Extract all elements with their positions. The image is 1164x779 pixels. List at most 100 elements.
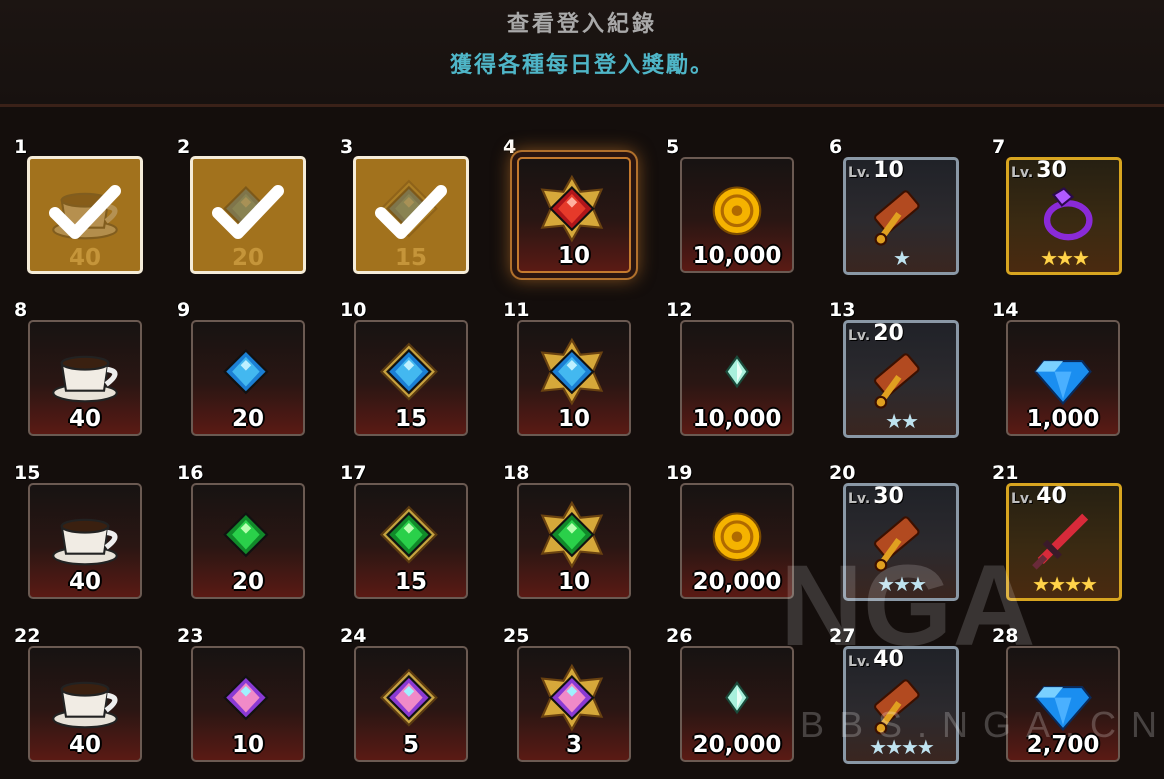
reward-cell-day-24[interactable]: 24 5	[340, 625, 490, 779]
reward-cell-day-16[interactable]: 16 20	[177, 462, 327, 616]
day-number: 13	[829, 299, 856, 321]
reward-box[interactable]: Lv. 40 ★★★★	[1006, 483, 1122, 601]
reward-cell-day-6[interactable]: 6 Lv. 10 ★	[829, 136, 979, 290]
reward-cell-day-26[interactable]: 26 20,000	[666, 625, 816, 779]
reward-cell-day-21[interactable]: 21 Lv. 40 ★★★★	[992, 462, 1142, 616]
reward-cell-day-7[interactable]: 7 Lv. 30 ★★★	[992, 136, 1142, 290]
day-number: 23	[177, 625, 204, 647]
reward-quantity: 5	[402, 732, 419, 758]
reward-cell-day-9[interactable]: 9 20	[177, 299, 327, 453]
reward-cell-day-10[interactable]: 10 15	[340, 299, 490, 453]
day-number: 16	[177, 462, 204, 484]
reward-cell-day-13[interactable]: 13 Lv. 20 ★★	[829, 299, 979, 453]
reward-box[interactable]: 20,000	[680, 646, 794, 762]
reward-cell-day-25[interactable]: 25 3	[503, 625, 653, 779]
day-number: 7	[992, 136, 1006, 158]
day-number: 19	[666, 462, 693, 484]
reward-box[interactable]: 10	[517, 157, 631, 273]
reward-cell-day-12[interactable]: 12 10,000	[666, 299, 816, 453]
reward-quantity: 20,000	[692, 569, 782, 595]
reward-cell-day-28[interactable]: 28 2,700	[992, 625, 1142, 779]
reward-cell-day-15[interactable]: 15 40	[14, 462, 164, 616]
reward-box[interactable]: 10	[191, 646, 305, 762]
login-reward-grid: 1 40 2 20 3 15 4 10 5 10,000 6 Lv. 10 ★ 7 Lv. 30 ★…	[0, 108, 1164, 779]
day-number: 5	[666, 136, 680, 158]
reward-quantity: 40	[68, 569, 101, 595]
reward-box[interactable]: 3	[517, 646, 631, 762]
reward-quantity: 10,000	[692, 406, 782, 432]
reward-cell-day-20[interactable]: 20 Lv. 30 ★★★	[829, 462, 979, 616]
reward-box[interactable]: 5	[354, 646, 468, 762]
day-number: 28	[992, 625, 1019, 647]
checkmark-icon	[212, 185, 284, 239]
reward-cell-day-18[interactable]: 18 10	[503, 462, 653, 616]
reward-box[interactable]: 1,000	[1006, 320, 1120, 436]
day-number: 27	[829, 625, 856, 647]
item-level: Lv. 30	[848, 484, 904, 509]
reward-quantity: 15	[394, 406, 427, 432]
reward-quantity: 40	[68, 245, 101, 271]
reward-cell-day-23[interactable]: 23 10	[177, 625, 327, 779]
day-number: 14	[992, 299, 1019, 321]
star-rating: ★	[893, 246, 911, 270]
reward-cell-day-22[interactable]: 22 40	[14, 625, 164, 779]
page-title: 查看登入紀錄	[506, 12, 657, 37]
reward-cell-day-17[interactable]: 17 15	[340, 462, 490, 616]
day-number: 12	[666, 299, 693, 321]
day-number: 9	[177, 299, 191, 321]
reward-box[interactable]: Lv. 10 ★	[843, 157, 959, 275]
reward-box[interactable]: 15	[354, 320, 468, 436]
star-rating: ★★★	[1040, 246, 1090, 270]
reward-cell-day-11[interactable]: 11 10	[503, 299, 653, 453]
item-level: Lv. 30	[1011, 158, 1067, 183]
reward-cell-day-1[interactable]: 1 40	[14, 136, 164, 290]
reward-cell-day-2[interactable]: 2 20	[177, 136, 327, 290]
day-number: 2	[177, 136, 191, 158]
reward-quantity: 10,000	[692, 243, 782, 269]
reward-box[interactable]: Lv. 20 ★★	[843, 320, 959, 438]
reward-box[interactable]: 20,000	[680, 483, 794, 599]
reward-box[interactable]: 15	[354, 483, 468, 599]
reward-cell-day-3[interactable]: 3 15	[340, 136, 490, 290]
reward-box[interactable]: 10	[517, 320, 631, 436]
reward-quantity: 3	[565, 732, 582, 758]
reward-box[interactable]: Lv. 30 ★★★	[843, 483, 959, 601]
reward-quantity: 10	[557, 406, 590, 432]
item-level: Lv. 40	[848, 647, 904, 672]
reward-box[interactable]: 20	[191, 483, 305, 599]
reward-cell-day-4[interactable]: 4 10	[503, 136, 653, 290]
reward-cell-day-8[interactable]: 8 40	[14, 299, 164, 453]
item-level: Lv. 10	[848, 158, 904, 183]
day-number: 21	[992, 462, 1019, 484]
day-number: 3	[340, 136, 354, 158]
reward-cell-day-19[interactable]: 19 20,000	[666, 462, 816, 616]
reward-box[interactable]: 40	[27, 156, 143, 274]
day-number: 17	[340, 462, 367, 484]
day-number: 15	[14, 462, 41, 484]
day-number: 4	[503, 136, 517, 158]
reward-quantity: 10	[557, 569, 590, 595]
reward-cell-day-27[interactable]: 27 Lv. 40 ★★★★	[829, 625, 979, 779]
item-level: Lv. 40	[1011, 484, 1067, 509]
reward-box[interactable]: 15	[353, 156, 469, 274]
reward-cell-day-5[interactable]: 5 10,000	[666, 136, 816, 290]
reward-box[interactable]: 40	[28, 646, 142, 762]
reward-box[interactable]: 10	[517, 483, 631, 599]
day-number: 25	[503, 625, 530, 647]
day-number: 11	[503, 299, 530, 321]
reward-box[interactable]: 10,000	[680, 157, 794, 273]
reward-cell-day-14[interactable]: 14 1,000	[992, 299, 1142, 453]
reward-box[interactable]: 40	[28, 483, 142, 599]
reward-quantity: 20	[231, 245, 264, 271]
reward-box[interactable]: 20	[190, 156, 306, 274]
reward-box[interactable]: 2,700	[1006, 646, 1120, 762]
reward-quantity: 20	[231, 406, 264, 432]
checkmark-icon	[49, 185, 121, 239]
reward-box[interactable]: 40	[28, 320, 142, 436]
reward-quantity: 20,000	[692, 732, 782, 758]
reward-box[interactable]: 20	[191, 320, 305, 436]
reward-box[interactable]: 10,000	[680, 320, 794, 436]
star-rating: ★★★	[877, 572, 927, 596]
reward-box[interactable]: Lv. 40 ★★★★	[843, 646, 959, 764]
reward-box[interactable]: Lv. 30 ★★★	[1006, 157, 1122, 275]
